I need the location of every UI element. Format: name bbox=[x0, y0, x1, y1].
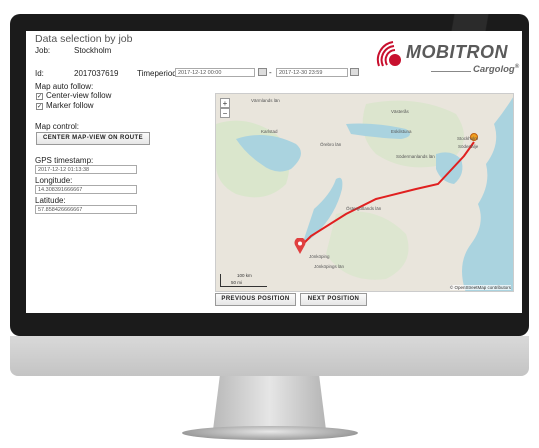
calendar-to-icon[interactable] bbox=[350, 68, 359, 76]
route-map[interactable]: + − Värmlands län Karlstad Västerås Eski… bbox=[215, 93, 514, 292]
id-value: 2017037619 bbox=[74, 69, 119, 78]
logo-brand: MOBITRON bbox=[406, 42, 508, 62]
latitude-label: Latitude: bbox=[35, 196, 66, 205]
latitude-field: 57.858426666667 bbox=[35, 205, 137, 214]
longitude-field: 14.308391666667 bbox=[35, 185, 137, 194]
map-follow-heading: Map auto follow: bbox=[35, 82, 94, 91]
timeperiod-from-input[interactable]: 2017-12-12 00:00 bbox=[175, 68, 255, 77]
map-label-ostergotlands: Östergötlands län bbox=[346, 206, 382, 211]
timeperiod-separator: - bbox=[269, 68, 272, 77]
timeperiod-to-input[interactable]: 2017-12-30 23:59 bbox=[276, 68, 348, 77]
mobitron-logo-icon bbox=[375, 41, 405, 71]
monitor-stand-base bbox=[182, 426, 358, 440]
center-map-view-button[interactable]: CENTER MAP-VIEW ON ROUTE bbox=[36, 132, 150, 145]
zoom-out-button[interactable]: − bbox=[220, 108, 230, 118]
scale-mi-label: 50 mi bbox=[231, 280, 243, 285]
timeperiod-label: Timeperiod: bbox=[137, 69, 179, 78]
gps-timestamp-field: 2017-12-12 01:13:38 bbox=[35, 165, 137, 174]
map-scale-bar: 100 km 50 mi bbox=[220, 273, 267, 287]
map-attribution[interactable]: © OpenStreetMap contributors bbox=[449, 285, 511, 290]
calendar-from-icon[interactable] bbox=[258, 68, 267, 76]
map-label-eskilstuna: Eskilstuna bbox=[391, 129, 412, 134]
map-label-karlstad: Karlstad bbox=[261, 129, 278, 134]
longitude-label: Longitude: bbox=[35, 176, 73, 185]
center-view-label: Center-view follow bbox=[46, 91, 112, 100]
map-label-sodertalje: Södertälje bbox=[458, 144, 479, 149]
logo-product: Cargolog® bbox=[473, 64, 520, 75]
previous-position-button[interactable]: PREVIOUS POSITION bbox=[215, 293, 296, 306]
monitor-chin bbox=[10, 336, 529, 376]
map-tiles bbox=[216, 94, 513, 291]
page-title: Data selection by job bbox=[35, 33, 133, 45]
marker-follow-checkbox[interactable]: ✓ bbox=[36, 103, 43, 110]
map-label-jonkopings-lan: Jönköpings län bbox=[314, 264, 345, 269]
scale-km-label: 100 km bbox=[237, 273, 252, 278]
marker-follow-label: Marker follow bbox=[46, 101, 94, 110]
job-label: Job: bbox=[35, 46, 51, 55]
start-marker-icon[interactable] bbox=[294, 237, 306, 254]
monitor-stand-neck bbox=[213, 376, 326, 430]
map-control-heading: Map control: bbox=[35, 122, 80, 131]
map-label-stockholm: Stockholm bbox=[457, 136, 479, 141]
map-label-sodermanlands: Södermanlands län bbox=[396, 154, 435, 159]
map-label-varmlands: Värmlands län bbox=[251, 98, 280, 103]
map-label-vasteras: Västerås bbox=[391, 109, 409, 114]
zoom-in-button[interactable]: + bbox=[220, 98, 230, 108]
screen: Data selection by job Job: Stockholm Id:… bbox=[26, 31, 522, 313]
gps-timestamp-label: GPS timestamp: bbox=[35, 156, 94, 165]
next-position-button[interactable]: NEXT POSITION bbox=[300, 293, 367, 306]
map-label-orebro: Örebro län bbox=[320, 142, 342, 147]
logo-rule bbox=[431, 71, 471, 72]
id-label: Id: bbox=[35, 69, 44, 78]
center-view-checkbox[interactable]: ✓ bbox=[36, 93, 43, 100]
map-label-jonkoping: Jönköping bbox=[309, 254, 330, 259]
job-value: Stockholm bbox=[74, 46, 112, 55]
